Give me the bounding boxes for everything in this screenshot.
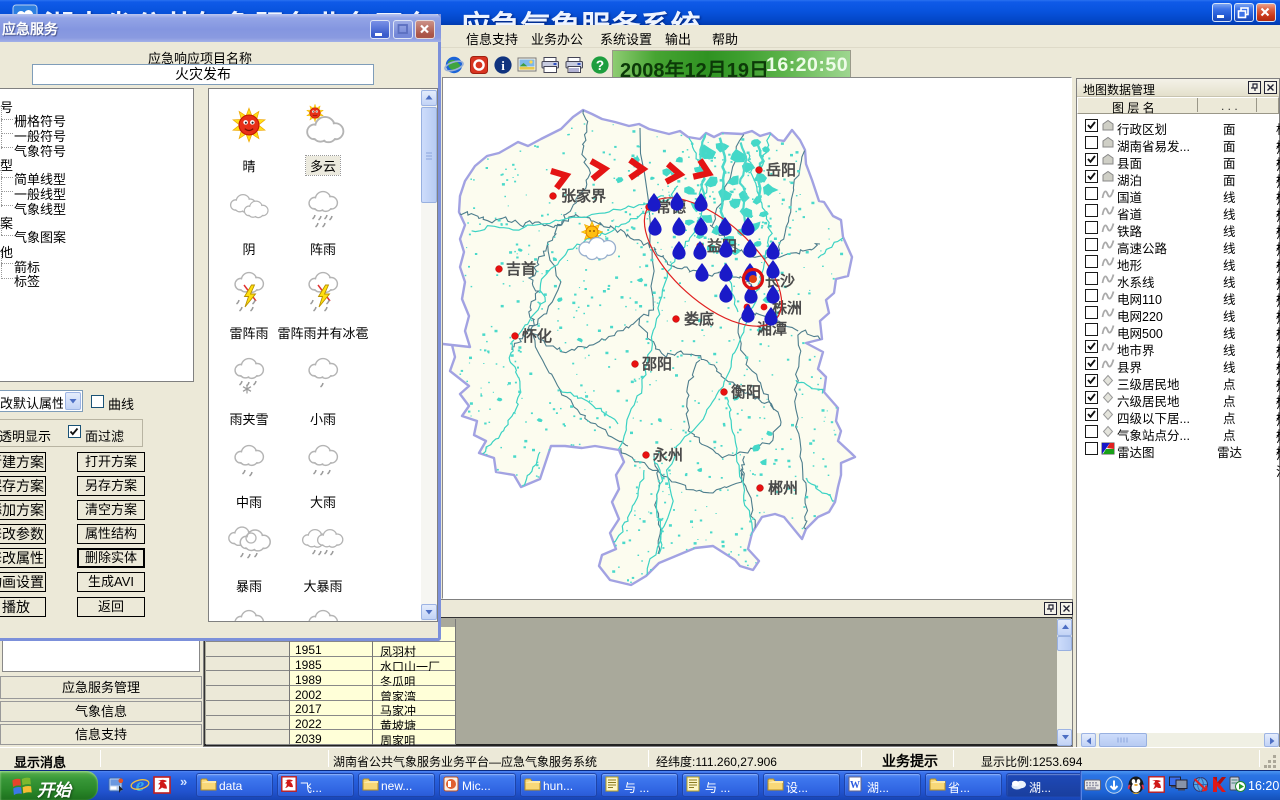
svg-text:岳阳: 岳阳 bbox=[766, 161, 796, 179]
svg-text:郴州: 郴州 bbox=[768, 479, 798, 497]
svg-text:永州: 永州 bbox=[652, 446, 683, 464]
svg-text:i: i bbox=[501, 58, 505, 73]
svg-text:张家界: 张家界 bbox=[561, 187, 606, 205]
svg-text:W: W bbox=[850, 780, 860, 791]
svg-text:?: ? bbox=[596, 58, 604, 73]
svg-text:e: e bbox=[136, 775, 145, 795]
svg-text:怀化: 怀化 bbox=[522, 327, 552, 345]
svg-text:衡阳: 衡阳 bbox=[731, 383, 761, 401]
svg-text:邵阳: 邵阳 bbox=[641, 356, 672, 373]
svg-text:娄底: 娄底 bbox=[684, 310, 714, 328]
svg-text:吉首: 吉首 bbox=[506, 260, 536, 278]
